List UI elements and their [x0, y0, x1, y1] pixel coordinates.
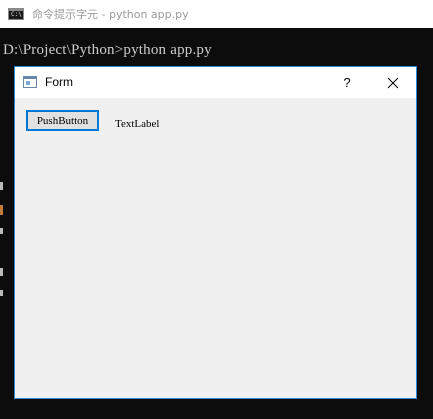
text-label: TextLabel: [115, 118, 160, 130]
console-icon-text: C:\: [11, 11, 22, 18]
close-button[interactable]: [370, 67, 416, 98]
push-button[interactable]: PushButton: [26, 110, 99, 131]
console-icon: C:\: [8, 8, 24, 20]
console-command-line: D:\Project\Python>python app.py: [3, 42, 212, 58]
form-window-icon: [23, 76, 37, 88]
form-title-bar[interactable]: Form ?: [15, 67, 416, 98]
form-window[interactable]: Form ? PushButton TextLabel: [14, 66, 417, 399]
console-text-fragment: [0, 182, 3, 190]
console-text-fragment: [0, 290, 3, 296]
console-text-fragment: [0, 205, 3, 215]
console-window-title: 命令提示字元 - python app.py: [32, 8, 189, 21]
close-icon: [387, 77, 399, 88]
console-text-fragment: [0, 228, 3, 234]
help-button-label: ?: [343, 75, 351, 90]
desktop-screen: C:\ 命令提示字元 - python app.py D:\Project\Py…: [0, 0, 433, 419]
console-text-fragment: [0, 268, 3, 276]
form-window-title: Form: [45, 75, 73, 89]
help-button[interactable]: ?: [331, 67, 363, 98]
console-title-bar[interactable]: C:\ 命令提示字元 - python app.py: [0, 0, 433, 28]
